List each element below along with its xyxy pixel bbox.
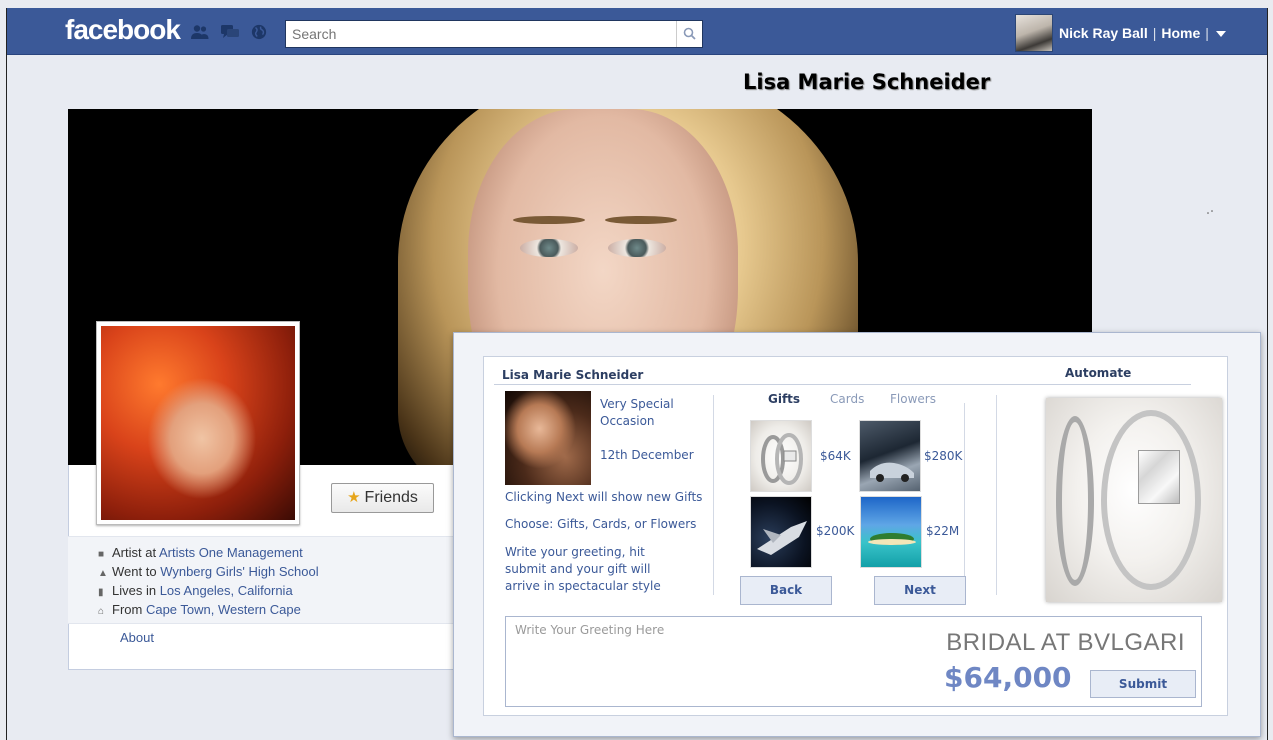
selected-gift-price: $64,000: [944, 661, 1072, 694]
diamond-ring-icon: [761, 433, 803, 485]
ring-diamond: [1138, 450, 1180, 504]
gift-spaceship-image[interactable]: [750, 496, 812, 568]
hint-choose: Choose: Gifts, Cards, or Flowers: [505, 517, 697, 531]
info-prefix: From: [112, 602, 146, 617]
search-button[interactable]: [676, 21, 702, 47]
profile-info-list: ■ Artist at Artists One Management ▲ Went …: [68, 536, 518, 624]
friends-button[interactable]: ★ Friends: [331, 483, 434, 513]
work-link[interactable]: Artists One Management: [159, 545, 303, 560]
account-menu-caret-icon[interactable]: [1215, 31, 1226, 38]
info-row-work: ■ Artist at Artists One Management: [98, 545, 303, 560]
submit-button[interactable]: Submit: [1090, 670, 1196, 698]
gift-panel: Lisa Marie Schneider Automate Very Speci…: [483, 356, 1228, 716]
automate-link[interactable]: Automate: [1065, 366, 1131, 380]
sports-car-icon: [870, 462, 914, 482]
info-row-city: ▮ Lives in Los Angeles, California: [98, 583, 293, 598]
top-navigation-bar: facebook Nick Ray Ball|Home|: [7, 8, 1267, 55]
friends-button-label: Friends: [364, 489, 418, 506]
profile-picture-image: [101, 326, 295, 520]
gift-price: $64K: [820, 449, 851, 463]
gift-price: $200K: [816, 524, 855, 538]
gift-price: $280K: [924, 449, 963, 463]
info-prefix: Artist at: [112, 545, 159, 560]
hint-write-line-1: Write your greeting, hit: [505, 545, 645, 559]
gift-island-image[interactable]: [860, 496, 922, 568]
gift-car-image[interactable]: [859, 420, 921, 492]
brand-caption: BRIDAL AT BVLGARI: [946, 629, 1185, 656]
about-link[interactable]: About: [120, 630, 154, 645]
column-divider: [996, 395, 997, 595]
profile-picture[interactable]: [96, 321, 300, 525]
user-links: Nick Ray Ball | Home |: [1059, 25, 1226, 41]
info-row-hometown: ⌂ From Cape Town, Western Cape: [98, 602, 301, 617]
tab-gifts[interactable]: Gifts: [768, 392, 800, 406]
featured-gift-image[interactable]: [1046, 398, 1222, 602]
greeting-textarea[interactable]: [506, 617, 926, 706]
user-name-link[interactable]: Nick Ray Ball: [1059, 25, 1148, 41]
recipient-name: Lisa Marie Schneider: [502, 368, 644, 382]
hint-next: Clicking Next will show new Gifts: [505, 490, 703, 504]
separator: |: [1152, 25, 1157, 41]
search-bar: [285, 20, 703, 48]
work-icon: ■: [98, 549, 105, 560]
education-link[interactable]: Wynberg Girls' High School: [160, 564, 318, 579]
tab-flowers[interactable]: Flowers: [890, 392, 936, 406]
profile-name-heading: Lisa Marie Schneider: [743, 70, 991, 94]
hint-write: Write your greeting, hit submit and your…: [505, 544, 661, 595]
back-button[interactable]: Back: [740, 576, 832, 605]
tropical-island-icon: [868, 533, 916, 545]
search-input[interactable]: [286, 21, 676, 47]
hometown-link[interactable]: Cape Town, Western Cape: [146, 602, 301, 617]
facebook-logo[interactable]: facebook: [65, 14, 181, 46]
star-icon: ★: [347, 489, 361, 506]
column-divider: [964, 403, 965, 599]
greeting-box: BRIDAL AT BVLGARI $64,000 Submit: [505, 616, 1202, 707]
gift-price: $22M: [926, 524, 960, 538]
info-row-education: ▲ Went to Wynberg Girls' High School: [98, 564, 319, 579]
info-prefix: Went to: [112, 564, 161, 579]
info-prefix: Lives in: [112, 583, 160, 598]
occasion-date: 12th December: [600, 448, 694, 462]
browser-frame: facebook Nick Ray Ball|Home|: [6, 8, 1268, 740]
search-icon: [683, 27, 696, 40]
notifications-globe-icon[interactable]: [250, 24, 268, 40]
friend-requests-icon[interactable]: [191, 24, 209, 40]
messages-icon[interactable]: [221, 24, 239, 40]
header-divider: [494, 384, 1191, 385]
ring-band-left: [1056, 416, 1094, 586]
column-divider: [713, 395, 714, 595]
occasion-line-2: Occasion: [600, 414, 655, 428]
next-button[interactable]: Next: [874, 576, 966, 605]
cover-right-eye: [608, 239, 666, 257]
education-icon: ▲: [98, 568, 108, 579]
occasion-line-1: Very Special: [600, 397, 674, 411]
gift-ring-image[interactable]: [750, 420, 812, 492]
city-link[interactable]: Los Angeles, California: [160, 583, 293, 598]
spaceship-icon: [757, 521, 807, 555]
user-avatar[interactable]: [1015, 14, 1053, 52]
home-link[interactable]: Home: [1161, 25, 1200, 41]
cover-left-eye: [520, 239, 578, 257]
separator: |: [1205, 25, 1209, 41]
cover-left-brow: [513, 216, 585, 224]
city-icon: ▮: [98, 587, 104, 598]
stray-mark: [1207, 210, 1213, 214]
home-icon: ⌂: [98, 606, 105, 617]
recipient-photo: [505, 391, 591, 485]
cover-right-brow: [605, 216, 677, 224]
tab-cards[interactable]: Cards: [830, 392, 864, 406]
hint-write-line-2: submit and your gift will: [505, 562, 651, 576]
gift-app-overlay: Lisa Marie Schneider Automate Very Speci…: [453, 332, 1261, 737]
hint-write-line-3: arrive in spectacular style: [505, 579, 661, 593]
occasion-text: Very Special Occasion: [600, 396, 674, 430]
